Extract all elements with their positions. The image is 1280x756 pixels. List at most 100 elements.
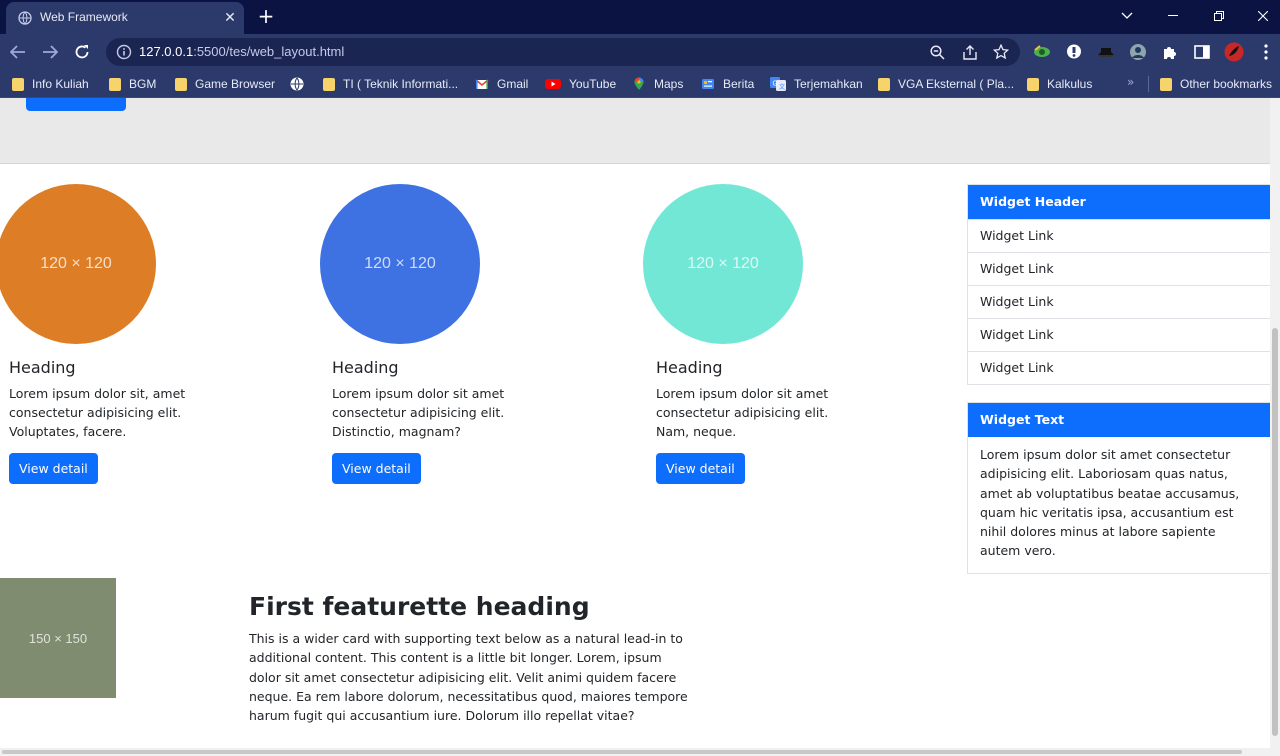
bookmark-label: Gmail [497, 77, 529, 91]
url-path: :5500/tes/web_layout.html [193, 44, 345, 59]
widget-link[interactable]: Widget Link [968, 252, 1270, 285]
bookmark-label: Info Kuliah [32, 77, 89, 91]
site-info-icon[interactable] [116, 44, 132, 60]
side-panel-icon[interactable] [1192, 42, 1212, 62]
column-heading: Heading [9, 358, 76, 377]
tab-title: Web Framework [40, 10, 128, 24]
close-tab-icon[interactable]: ✕ [222, 10, 238, 26]
url-host: 127.0.0.1 [139, 44, 194, 59]
gmail-icon [475, 79, 489, 89]
horizontal-scrollbar[interactable] [0, 748, 1270, 756]
placeholder-label: 150 × 150 [28, 630, 88, 646]
view-detail-button[interactable]: View detail [332, 453, 421, 484]
widget-text-body: Lorem ipsum dolor sit amet consectetur a… [980, 447, 1240, 559]
tab-search-icon[interactable] [1104, 0, 1150, 32]
address-bar[interactable]: 127.0.0.1:5500/tes/web_layout.html [106, 38, 1020, 66]
page-viewport: 120 × 120 Heading Lorem ipsum dolor sit,… [0, 98, 1280, 756]
globe-icon [18, 11, 32, 25]
folder-icon [175, 77, 187, 91]
bookmark-berita[interactable]: Berita [701, 76, 754, 92]
widget-links-card: Widget Header Widget Link Widget Link Wi… [967, 184, 1271, 385]
bookmark-globe[interactable] [290, 76, 312, 92]
widget-text-header: Widget Text [968, 403, 1270, 437]
folder-icon [323, 77, 335, 91]
bookmarks-divider [1148, 76, 1149, 92]
featurette-heading: First featurette heading [249, 592, 590, 621]
placeholder-image: 120 × 120 [643, 184, 803, 344]
extension-profile-icon[interactable] [1128, 42, 1148, 62]
new-tab-button[interactable]: + [256, 6, 276, 26]
browser-tab[interactable]: Web Framework ✕ [6, 2, 244, 34]
other-bookmarks[interactable]: Other bookmarks [1160, 76, 1272, 92]
bookmark-label: BGM [129, 77, 157, 91]
widget-link[interactable]: Widget Link [968, 318, 1270, 351]
title-bar: Web Framework ✕ + [0, 0, 1280, 34]
jumbotron [0, 98, 1270, 164]
bookmark-ti[interactable]: TI ( Teknik Informati... [323, 76, 458, 92]
folder-icon [12, 77, 24, 91]
bookmark-bgm[interactable]: BGM [109, 76, 156, 92]
bookmark-maps[interactable]: Maps [632, 76, 683, 92]
bookmark-game-browser[interactable]: Game Browser [175, 76, 275, 92]
bookmark-youtube[interactable]: YouTube [545, 76, 616, 92]
bookmark-label: Terjemahkan [794, 77, 863, 91]
placeholder-image: 120 × 120 [320, 184, 480, 344]
bookmark-kalkulus[interactable]: Kalkulus [1027, 76, 1092, 92]
bookmark-label: Game Browser [195, 77, 276, 91]
close-window-button[interactable] [1240, 0, 1280, 32]
placeholder-label: 120 × 120 [687, 255, 759, 272]
folder-icon [1160, 77, 1172, 91]
column-text: Lorem ipsum dolor sit amet consectetur a… [656, 386, 829, 439]
widget-link[interactable]: Widget Link [968, 285, 1270, 318]
bookmark-star-icon[interactable] [992, 43, 1010, 61]
maps-icon [634, 77, 644, 90]
share-icon[interactable] [961, 43, 979, 61]
browser-menu-icon[interactable] [1256, 42, 1276, 62]
zoom-icon[interactable] [928, 43, 946, 61]
bookmark-label: Maps [654, 77, 684, 91]
vertical-scrollbar[interactable] [1270, 98, 1280, 756]
minimize-button[interactable] [1150, 0, 1196, 32]
view-detail-button[interactable]: View detail [656, 453, 745, 484]
view-detail-button[interactable]: View detail [9, 453, 98, 484]
extension-leaf-icon[interactable] [1032, 42, 1052, 62]
bookmark-label: Other bookmarks [1180, 77, 1273, 91]
horizontal-scroll-thumb[interactable] [2, 750, 1242, 754]
placeholder-image: 120 × 120 [0, 184, 156, 344]
placeholder-label: 120 × 120 [40, 255, 112, 272]
bookmarks-bar: Info Kuliah BGM Game Browser TI ( Teknik… [0, 70, 1280, 98]
news-icon [702, 79, 714, 89]
profile-avatar[interactable] [1224, 42, 1244, 62]
extensions-puzzle-icon[interactable] [1160, 42, 1180, 62]
widget-link[interactable]: Widget Link [968, 219, 1270, 252]
url-text[interactable]: 127.0.0.1:5500/tes/web_layout.html [139, 44, 344, 59]
jumbotron-button[interactable] [26, 98, 126, 111]
restore-button[interactable] [1196, 0, 1242, 32]
bookmark-gmail[interactable]: Gmail [475, 76, 528, 92]
forward-icon[interactable] [39, 41, 61, 63]
reload-icon[interactable] [71, 41, 93, 63]
back-icon[interactable] [7, 41, 29, 63]
widget-link[interactable]: Widget Link [968, 351, 1270, 384]
bookmark-label: TI ( Teknik Informati... [343, 77, 459, 91]
folder-icon [1027, 77, 1039, 91]
column-text: Lorem ipsum dolor sit amet consectetur a… [332, 386, 505, 439]
column-heading: Heading [656, 358, 723, 377]
featurette-text: This is a wider card with supporting tex… [249, 631, 688, 724]
svg-text:文: 文 [779, 83, 785, 91]
bookmark-label: YouTube [569, 77, 617, 91]
bookmark-info-kuliah[interactable]: Info Kuliah [12, 76, 89, 92]
bookmark-label: VGA Eksternal ( Pla... [898, 77, 1015, 91]
svg-text:G: G [773, 81, 778, 88]
column-text: Lorem ipsum dolor sit, amet consectetur … [9, 386, 186, 439]
bookmark-vga-eksternal[interactable]: VGA Eksternal ( Pla... [878, 76, 1014, 92]
widget-text-card: Widget Text Lorem ipsum dolor sit amet c… [967, 402, 1271, 574]
more-bookmarks-chevron-icon[interactable]: » [1127, 75, 1134, 89]
extension-chat-icon[interactable] [1064, 42, 1084, 62]
bookmark-terjemahkan[interactable]: G文 Terjemahkan [770, 76, 863, 92]
placeholder-label: 120 × 120 [364, 255, 436, 272]
translate-icon: G文 [770, 77, 786, 91]
extension-hat-icon[interactable] [1096, 42, 1116, 62]
vertical-scroll-thumb[interactable] [1272, 328, 1278, 736]
bookmark-label: Kalkulus [1047, 77, 1093, 91]
